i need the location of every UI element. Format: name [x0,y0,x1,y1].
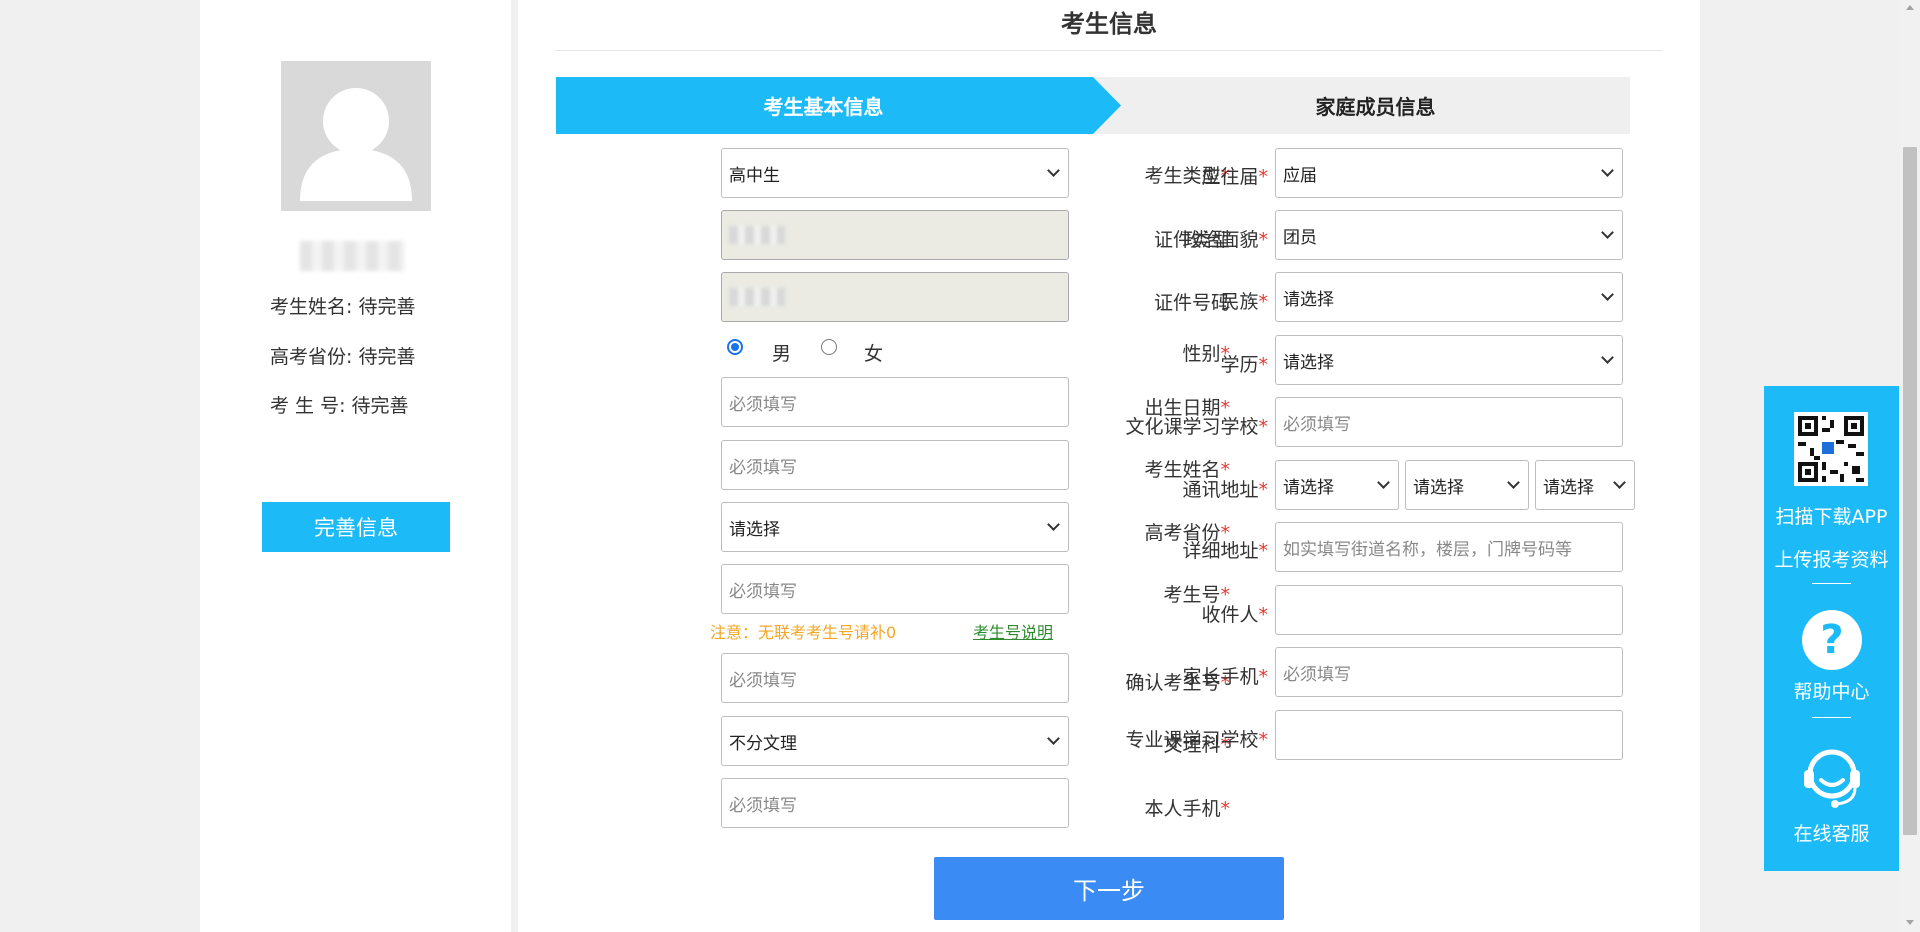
chevron-down-icon [1601,351,1614,364]
scroll-up-icon[interactable] [1906,5,1914,10]
scrollbar-thumb[interactable] [1903,147,1917,835]
chevron-down-icon [1601,164,1614,177]
divider [556,50,1662,51]
culture-school-label: 文化课学习学校* [1125,416,1268,438]
recipient-label: 收件人* [1201,604,1268,626]
major-school-label: 专业课学习学校* [1125,729,1268,751]
detail-address-input[interactable]: 如实填写街道名称，楼层，门牌号码等 [1275,522,1623,572]
major-school-input[interactable] [1275,710,1623,760]
help-center-link[interactable]: 帮助中心 [1764,677,1899,704]
profile-panel: 考生姓名: 待完善 高考省份: 待完善 考 生 号: 待完善 完善信息 [200,0,511,932]
ethnicity-select[interactable]: 请选择 [1275,272,1623,322]
education-select[interactable]: 请选择 [1275,335,1623,385]
separator [1812,717,1851,718]
phone-label: 本人手机* [1144,798,1230,820]
chevron-down-icon [1047,518,1060,531]
grad-status-label: 应往届* [1201,166,1268,188]
ethnicity-label: 民族* [1220,291,1268,313]
tab-basic-info[interactable]: 考生基本信息 [556,77,1121,134]
info-name: 考生姓名: 待完善 [270,296,416,318]
upload-materials-text: 上传报考资料 [1774,549,1889,571]
separator [1812,583,1851,584]
address-province-select[interactable]: 请选择 [1275,460,1399,510]
political-label: 政治面貌* [1182,229,1268,251]
grad-status-select[interactable]: 应届 [1275,148,1623,198]
education-label: 学历* [1220,354,1268,376]
political-select[interactable]: 团员 [1275,210,1623,260]
online-service-link[interactable]: 在线客服 [1764,819,1899,846]
user-silhouette-icon [300,88,412,201]
chevron-down-icon [1613,476,1626,489]
main-panel: 考生信息 考生基本信息 家庭成员信息 考生类型* 高中生 证件类型 证件号码 性… [518,0,1700,932]
tab-bar: 考生基本信息 家庭成员信息 [556,77,1630,134]
address-city-select[interactable]: 请选择 [1405,460,1529,510]
recipient-input[interactable] [1275,585,1623,635]
help-icon[interactable]: ? [1802,610,1862,670]
scroll-down-icon[interactable] [1906,920,1914,925]
qr-code-icon [1794,412,1868,486]
chevron-down-icon [1601,288,1614,301]
info-exam-number: 考 生 号: 待完善 [270,395,409,417]
culture-school-input[interactable]: 必须填写 [1275,397,1623,447]
page-title: 考生信息 [1061,10,1157,38]
phone-input[interactable]: 必须填写 [721,778,1069,828]
chevron-down-icon [1377,476,1390,489]
next-step-button[interactable]: 下一步 [934,857,1284,920]
customer-service-icon[interactable] [1797,742,1867,812]
info-province: 高考省份: 待完善 [270,346,416,368]
chevron-down-icon [1507,476,1520,489]
complete-info-button[interactable]: 完善信息 [262,502,450,552]
scrollbar[interactable] [1900,0,1920,932]
tab-family-info[interactable]: 家庭成员信息 [1121,77,1630,134]
blurred-username [300,241,405,271]
chevron-down-icon [1601,226,1614,239]
floating-side-panel: 扫描下载APP 上传报考资料 ? 帮助中心 在线客服 [1764,386,1899,871]
scan-download-text: 扫描下载APP [1775,506,1888,528]
address-district-select[interactable]: 请选择 [1535,460,1635,510]
avatar [281,61,431,211]
parent-phone-label: 家长手机* [1182,666,1268,688]
detail-address-label: 详细地址* [1182,540,1268,562]
address-label: 通讯地址* [1182,479,1268,501]
parent-phone-input[interactable]: 必须填写 [1275,647,1623,697]
